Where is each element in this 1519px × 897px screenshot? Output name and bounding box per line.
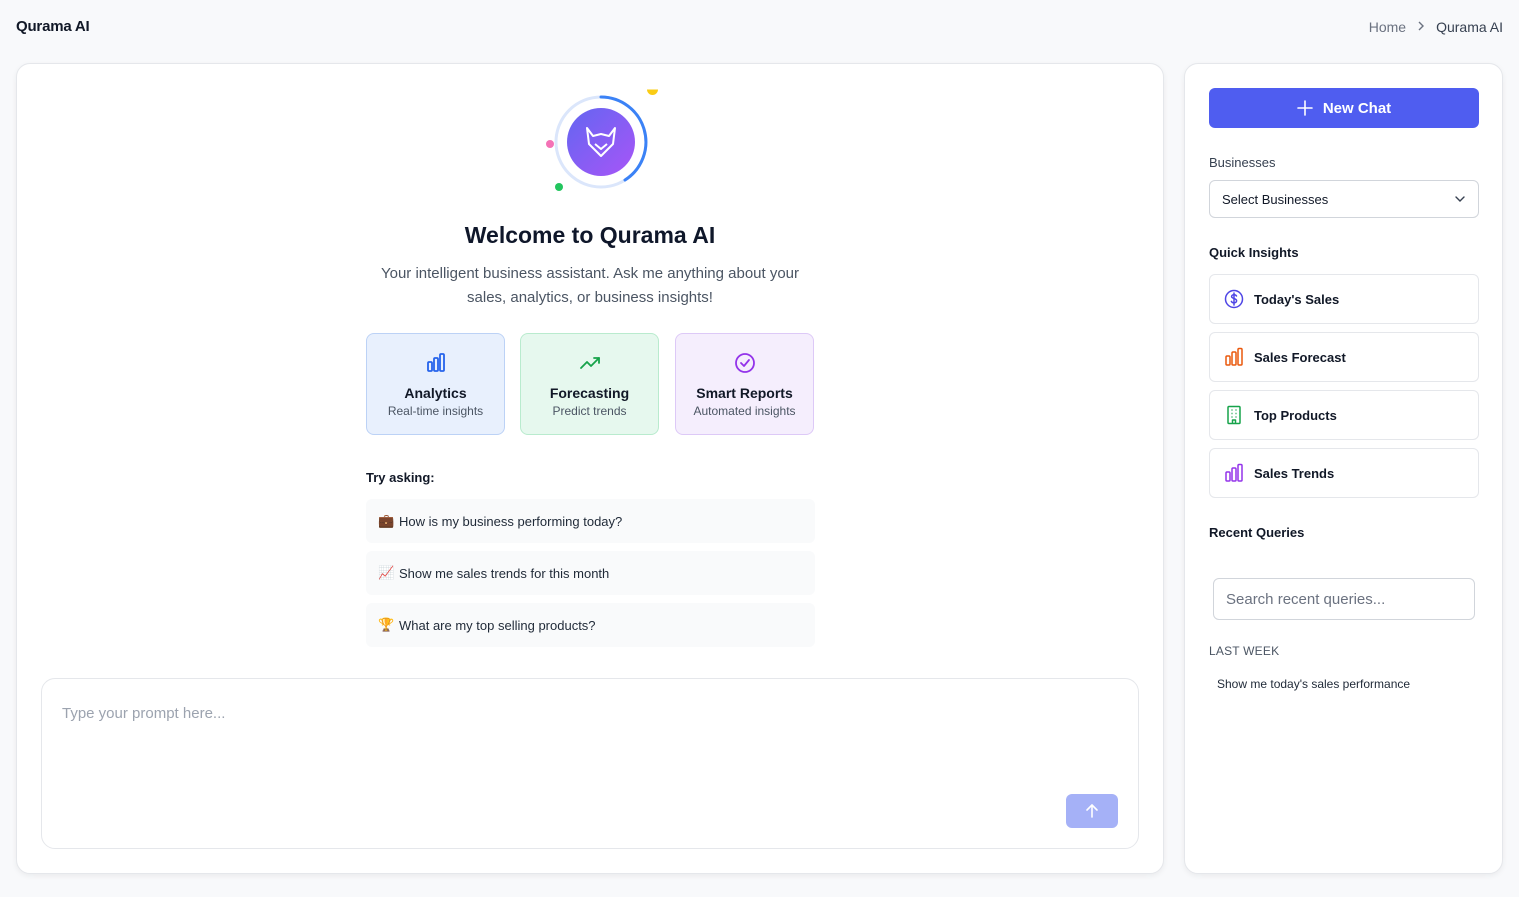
new-chat-label: New Chat [1322,99,1392,117]
insight-top-products[interactable]: Top Products [1209,390,1479,440]
prompt-box [41,678,1139,849]
businesses-select-value: Select Businesses [1222,191,1329,207]
breadcrumb-current: Qurama AI [1436,19,1503,35]
recent-query-item[interactable]: Show me today's sales performance [1217,677,1410,691]
bar-chart-icon [367,352,504,374]
try-asking-label: Try asking: [366,470,435,485]
send-button[interactable] [1066,794,1118,828]
recent-group-label: LAST WEEK [1209,644,1280,658]
fox-logo-icon [554,95,648,189]
insight-sales-trends[interactable]: Sales Trends [1209,448,1479,498]
insight-label: Today's Sales [1254,291,1340,307]
feature-subtitle: Real-time insights [387,404,484,418]
plus-icon [1297,100,1313,116]
suggestion-text: What are my top selling products? [399,617,596,633]
insight-todays-sales[interactable]: Today's Sales [1209,274,1479,324]
suggestion-text: Show me sales trends for this month [399,565,610,581]
top-bar: Qurama AI Home Qurama AI [0,0,1519,56]
insight-sales-forecast[interactable]: Sales Forecast [1209,332,1479,382]
breadcrumb: Home Qurama AI [1369,19,1503,35]
bar-chart-icon [1225,463,1243,482]
recent-queries-search-input[interactable] [1213,578,1475,620]
app-title: Qurama AI [16,18,90,35]
arrow-up-icon [1086,804,1098,818]
insight-label: Top Products [1254,407,1337,423]
sidebar: New Chat Businesses Select Businesses Qu… [1184,63,1503,874]
building-icon [1227,405,1241,425]
businesses-label: Businesses [1209,155,1276,170]
recent-queries-heading: Recent Queries [1209,525,1305,540]
insight-label: Sales Trends [1254,465,1335,481]
breadcrumb-home[interactable]: Home [1369,19,1406,35]
prompt-input[interactable] [62,701,1062,725]
suggestion-text: How is my business performing today? [399,513,623,529]
feature-card-forecasting[interactable]: Forecasting Predict trends [520,333,659,435]
chevron-right-icon [1416,20,1426,34]
feature-title: Analytics [404,385,467,401]
suggestion-item[interactable]: 🏆 What are my top selling products? [366,603,815,647]
businesses-select[interactable]: Select Businesses [1209,180,1479,218]
welcome-title: Welcome to Qurama AI [464,222,716,248]
feature-card-analytics[interactable]: Analytics Real-time insights [366,333,505,435]
suggestion-item[interactable]: 💼 How is my business performing today? [366,499,815,543]
chevron-down-icon [1455,196,1465,202]
bar-chart-icon [1225,347,1243,366]
briefcase-icon: 💼 [378,513,395,528]
dollar-circle-icon [1224,289,1244,309]
trophy-icon: 🏆 [378,617,395,632]
feature-card-smart-reports[interactable]: Smart Reports Automated insights [675,333,814,435]
feature-title: Smart Reports [696,385,793,401]
trending-up-icon [521,352,658,374]
welcome-subtitle: Your intelligent business assistant. Ask… [380,265,800,306]
chart-increasing-icon: 📈 [378,565,395,580]
feature-subtitle: Predict trends [552,404,627,418]
new-chat-button[interactable]: New Chat [1209,88,1479,128]
suggestion-item[interactable]: 📈 Show me sales trends for this month [366,551,815,595]
feature-subtitle: Automated insights [693,404,796,418]
feature-title: Forecasting [549,385,630,401]
insight-label: Sales Forecast [1254,349,1346,365]
quick-insights-heading: Quick Insights [1209,245,1299,260]
chat-panel: Welcome to Qurama AI Your intelligent bu… [16,63,1164,874]
check-circle-icon [676,352,813,374]
assistant-logo [527,84,667,196]
